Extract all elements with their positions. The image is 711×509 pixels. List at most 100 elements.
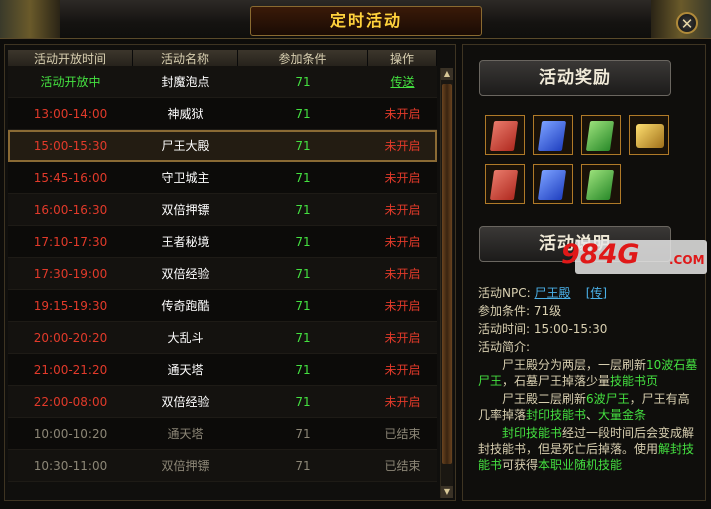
row-activity-name: 通天塔 xyxy=(167,427,204,441)
npc-label: 活动NPC: xyxy=(478,286,531,300)
scroll-up-icon[interactable]: ▲ xyxy=(441,68,453,80)
row-activity-name: 封魔泡点 xyxy=(161,75,210,89)
row-condition: 71 xyxy=(295,75,311,89)
green-book-icon xyxy=(585,121,615,151)
table-row[interactable]: 15:00-15:30 尸王大殿 71 未开启 xyxy=(8,130,437,162)
intro-highlight: 封印技能书 xyxy=(502,426,563,440)
intro-text: ，石墓尸王掉落少量 xyxy=(502,374,611,388)
row-time: 20:00-20:20 xyxy=(33,331,108,345)
red-book-icon xyxy=(489,170,519,200)
intro-paragraph-2: 尸王殿二层刷新6波尸王，尸王有高几率掉落封印技能书、大量金条 xyxy=(478,391,698,423)
npc-teleport-link[interactable]: [传] xyxy=(586,286,607,300)
title-left-ornament xyxy=(0,0,60,38)
row-activity-name: 双倍经验 xyxy=(161,395,210,409)
table-row[interactable]: 10:00-10:20 通天塔 71 已结束 xyxy=(8,418,437,450)
row-action[interactable]: 传送 xyxy=(368,66,437,97)
row-action: 未开启 xyxy=(384,363,421,377)
intro-paragraph-3: 封印技能书经过一段时间后会变成解封技能书，但是死亡后掉落。使用解封技能书可获得本… xyxy=(478,425,698,473)
row-condition: 71 xyxy=(295,203,311,217)
red-book-icon xyxy=(489,121,519,151)
row-condition: 71 xyxy=(295,459,311,473)
row-condition: 71 xyxy=(295,395,311,409)
intro-highlight: 技能书页 xyxy=(610,374,659,388)
table-row[interactable]: 10:30-11:00 双倍押镖 71 已结束 xyxy=(8,450,437,482)
watermark-text: 984G xyxy=(561,239,640,270)
table-row[interactable]: 21:00-21:20 通天塔 71 未开启 xyxy=(8,354,437,386)
row-time: 10:30-11:00 xyxy=(33,459,108,473)
table-row[interactable]: 19:15-19:30 传奇跑酷 71 未开启 xyxy=(8,290,437,322)
row-activity-name: 守卫城主 xyxy=(161,171,210,185)
row-action: 未开启 xyxy=(384,203,421,217)
row-time: 19:15-19:30 xyxy=(33,299,108,313)
intro-highlight: 本职业随机技能 xyxy=(538,458,623,472)
reward-item[interactable] xyxy=(581,164,621,204)
reward-item[interactable] xyxy=(485,115,525,155)
table-row[interactable]: 16:00-16:30 双倍押镖 71 未开启 xyxy=(8,194,437,226)
watermark-domain: .COM xyxy=(669,253,705,267)
close-icon[interactable]: ✕ xyxy=(676,12,698,34)
row-condition: 71 xyxy=(295,363,311,377)
row-action: 未开启 xyxy=(384,139,421,153)
row-action: 未开启 xyxy=(384,235,421,249)
intro-text: 、 xyxy=(586,408,599,422)
row-activity-name: 王者秘境 xyxy=(161,235,210,249)
scroll-down-icon[interactable]: ▼ xyxy=(441,486,453,498)
table-row[interactable]: 22:00-08:00 双倍经验 71 未开启 xyxy=(8,386,437,418)
table-row[interactable]: 活动开放中 封魔泡点 71 传送 xyxy=(8,66,437,98)
row-time: 15:00-15:30 xyxy=(33,139,108,153)
row-time: 17:30-19:00 xyxy=(33,267,108,281)
table-row[interactable]: 20:00-20:20 大乱斗 71 未开启 xyxy=(8,322,437,354)
row-time: 17:10-17:30 xyxy=(33,235,108,249)
reward-item[interactable] xyxy=(629,115,669,155)
intro-paragraph-1: 尸王殿分为两层，一层刷新10波石墓尸王，石墓尸王掉落少量技能书页 xyxy=(478,357,698,389)
activity-description: 活动NPC: 尸王殿 [传] 参加条件: 71级 活动时间: 15:00-15:… xyxy=(478,285,698,473)
row-condition: 71 xyxy=(295,139,311,153)
intro-highlight: 封印技能书 xyxy=(526,408,587,422)
reward-item[interactable] xyxy=(533,164,573,204)
table-row[interactable]: 17:30-19:00 双倍经验 71 未开启 xyxy=(8,258,437,290)
row-action: 已结束 xyxy=(384,459,421,473)
intro-text: 可获得 xyxy=(502,458,539,472)
time-line: 活动时间: 15:00-15:30 xyxy=(478,322,608,336)
reward-item[interactable] xyxy=(581,115,621,155)
scrollbar[interactable]: ▲ ▼ xyxy=(440,68,453,498)
row-activity-name: 双倍押镖 xyxy=(161,459,210,473)
row-activity-name: 双倍押镖 xyxy=(161,203,210,217)
reward-item[interactable] xyxy=(533,115,573,155)
npc-name-link[interactable]: 尸王殿 xyxy=(534,286,570,300)
row-condition: 71 xyxy=(295,331,311,345)
row-action: 未开启 xyxy=(384,107,421,121)
row-condition: 71 xyxy=(295,267,311,281)
table-row[interactable]: 13:00-14:00 神威狱 71 未开启 xyxy=(8,98,437,130)
row-activity-name: 传奇跑酷 xyxy=(161,299,210,313)
row-condition: 71 xyxy=(295,171,311,185)
reward-item[interactable] xyxy=(485,164,525,204)
row-condition: 71 xyxy=(295,427,311,441)
table-row[interactable]: 15:45-16:00 守卫城主 71 未开启 xyxy=(8,162,437,194)
row-action: 未开启 xyxy=(384,299,421,313)
row-action: 已结束 xyxy=(384,427,421,441)
row-condition: 71 xyxy=(295,107,311,121)
table-row[interactable]: 17:10-17:30 王者秘境 71 未开启 xyxy=(8,226,437,258)
npc-line: 活动NPC: 尸王殿 [传] xyxy=(478,285,698,301)
row-condition: 71 xyxy=(295,299,311,313)
row-action: 未开启 xyxy=(384,395,421,409)
intro-text: 尸王殿分为两层，一层刷新 xyxy=(502,358,647,372)
row-time: 10:00-10:20 xyxy=(33,427,108,441)
green-book-icon xyxy=(585,170,615,200)
row-activity-name: 双倍经验 xyxy=(161,267,210,281)
row-activity-name: 通天塔 xyxy=(167,363,204,377)
activity-table: 活动开放中 封魔泡点 71 传送 13:00-14:00 神威狱 71 未开启 15:00-15… xyxy=(8,66,437,482)
row-condition: 71 xyxy=(295,235,311,249)
intro-highlight: 大量金条 xyxy=(598,408,647,422)
scroll-thumb[interactable] xyxy=(442,84,452,464)
blue-book-icon xyxy=(537,121,567,151)
activity-window: 定时活动 ✕ 活动开放时间 活动名称 参加条件 操作 活动开放中 封魔泡点 71 传送… xyxy=(0,0,711,509)
window-title: 定时活动 xyxy=(250,6,482,36)
row-activity-name: 尸王大殿 xyxy=(161,139,210,153)
row-action: 未开启 xyxy=(384,267,421,281)
reward-title: 活动奖励 xyxy=(479,60,671,96)
intro-label: 活动简介: xyxy=(478,340,531,354)
row-time: 16:00-16:30 xyxy=(33,203,108,217)
row-time: 15:45-16:00 xyxy=(33,171,108,185)
